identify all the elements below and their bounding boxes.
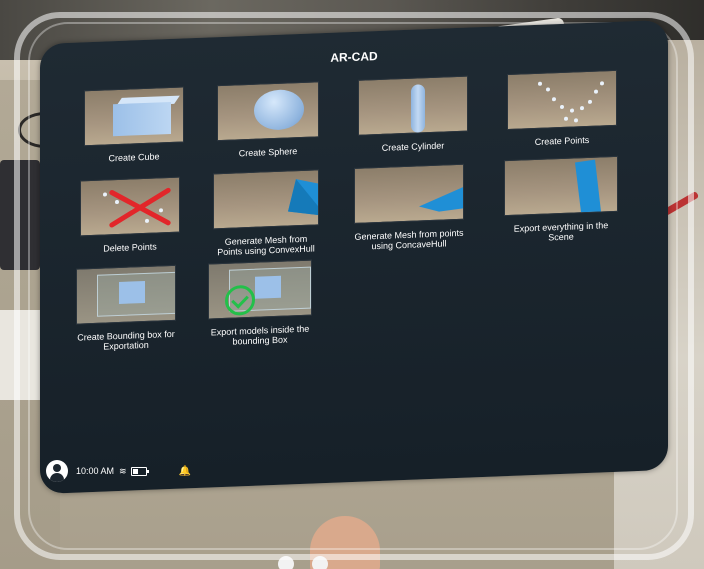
- export-bounding-box-button[interactable]: Export models inside the bounding Box: [208, 259, 312, 348]
- export-bbox-icon: [208, 259, 312, 320]
- create-sphere-button[interactable]: Create Sphere: [217, 81, 319, 159]
- status-bar: 10:00 AM ≋ 🔔: [46, 458, 191, 484]
- tile-label: Create Sphere: [238, 146, 298, 159]
- tile-label: Create Bounding box for Exportation: [77, 328, 175, 352]
- delete-points-button[interactable]: Delete Points: [80, 176, 180, 255]
- avatar-icon[interactable]: [46, 460, 68, 482]
- tile-label: Create Cube: [108, 151, 160, 164]
- convex-mesh-icon: [213, 169, 319, 230]
- tile-label: Export everything in the Scene: [513, 220, 609, 243]
- ar-cad-panel: AR-CAD Create Cube Create Sphere Create …: [40, 19, 668, 495]
- export-scene-icon: [504, 155, 618, 217]
- bounding-box-icon: [76, 264, 176, 325]
- points-icon: [507, 69, 617, 131]
- tile-label: Create Points: [534, 134, 590, 147]
- concave-hull-mesh-button[interactable]: Generate Mesh from points using ConcaveH…: [354, 163, 464, 252]
- tile-label: Export models inside the bounding Box: [210, 323, 310, 347]
- cube-icon: [84, 86, 184, 147]
- sphere-icon: [217, 81, 319, 142]
- cylinder-icon: [358, 75, 468, 136]
- create-cube-button[interactable]: Create Cube: [84, 86, 184, 164]
- export-scene-button[interactable]: Export everything in the Scene: [504, 155, 618, 244]
- create-bounding-box-button[interactable]: Create Bounding box for Exportation: [76, 264, 176, 353]
- tile-label: Generate Mesh from points using ConcaveH…: [354, 227, 464, 252]
- panel-title: AR-CAD: [330, 49, 378, 65]
- wifi-icon: ≋: [119, 465, 127, 476]
- concave-mesh-icon: [354, 163, 464, 224]
- bell-icon[interactable]: 🔔: [179, 466, 191, 477]
- delete-points-icon: [80, 176, 180, 237]
- tile-label: Generate Mesh from Points using ConvexHu…: [217, 233, 315, 258]
- create-points-button[interactable]: Create Points: [507, 69, 617, 148]
- clock: 10:00 AM: [76, 466, 115, 476]
- convex-hull-mesh-button[interactable]: Generate Mesh from Points using ConvexHu…: [213, 169, 319, 257]
- create-cylinder-button[interactable]: Create Cylinder: [358, 75, 468, 154]
- check-icon: [225, 284, 255, 316]
- tile-label: Delete Points: [103, 241, 157, 254]
- battery-icon: [130, 466, 149, 476]
- tile-label: Create Cylinder: [381, 140, 445, 153]
